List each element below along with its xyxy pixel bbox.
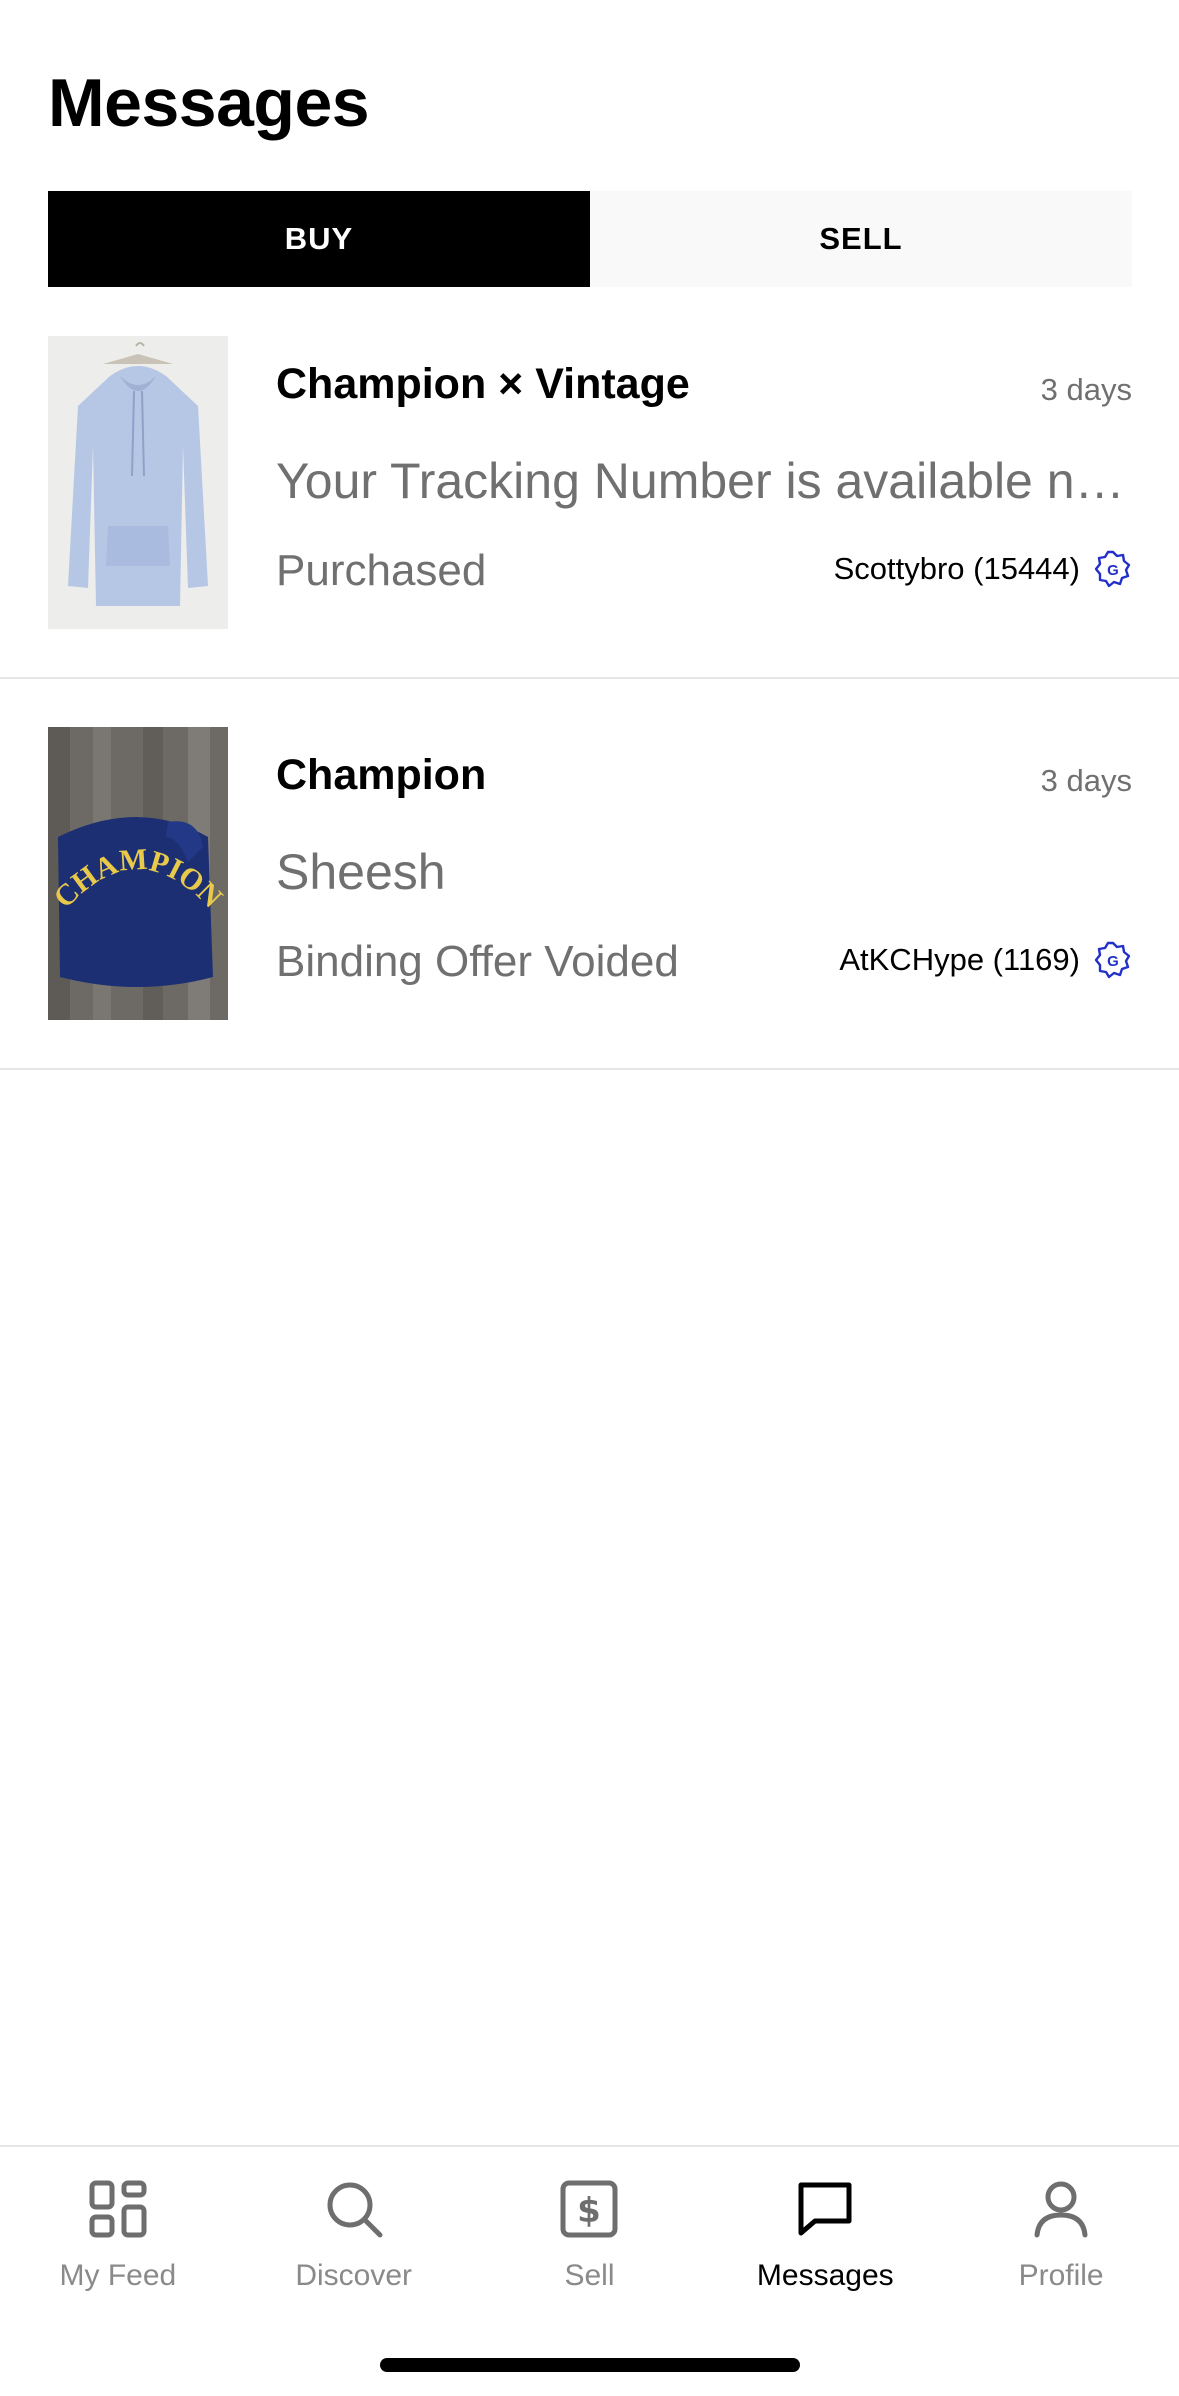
verified-seller-badge-icon: G [1094, 941, 1131, 979]
message-status: Purchased [276, 546, 487, 595]
svg-text:G: G [1107, 953, 1119, 970]
tab-label: Messages [756, 2259, 894, 2292]
listing-title: Champion × Vintage [276, 360, 690, 408]
listing-thumbnail [48, 336, 228, 629]
buy-tab[interactable]: BUY [48, 191, 590, 287]
svg-text:G: G [1107, 562, 1119, 579]
seller-info: AtKCHype (1169) G [839, 941, 1132, 979]
message-preview: Sheesh [276, 844, 446, 900]
sell-tab[interactable]: SELL [590, 191, 1132, 287]
tab-label: Sell [564, 2259, 615, 2292]
page-title: Messages [48, 65, 370, 141]
search-icon [327, 2182, 383, 2238]
grid-icon [89, 2180, 147, 2238]
tab-profile[interactable]: Profile [943, 2147, 1179, 2396]
message-row[interactable]: Champion × Vintage 3 days Your Tracking … [0, 288, 1179, 679]
message-preview: Your Tracking Number is available now [276, 453, 1132, 509]
verified-seller-badge-icon: G [1094, 550, 1131, 588]
svg-text:$: $ [578, 2191, 602, 2231]
tab-label: My Feed [59, 2259, 177, 2292]
chat-bubble-icon [798, 2182, 852, 2236]
listing-thumbnail: CHAMPION [48, 727, 228, 1020]
listing-title: Champion [276, 751, 487, 799]
message-status: Binding Offer Voided [276, 937, 679, 986]
message-row[interactable]: CHAMPION Champion 3 days Sheesh Binding … [0, 679, 1179, 1070]
tab-my-feed[interactable]: My Feed [0, 2147, 236, 2396]
tab-label: Profile [1018, 2259, 1104, 2292]
person-icon [1034, 2181, 1088, 2238]
messages-screen: Messages BUY SELL Champion × Vintage 3 d… [0, 0, 1179, 2396]
seller-name: AtKCHype (1169) [839, 942, 1080, 977]
message-time: 3 days [1040, 763, 1132, 798]
seller-name: Scottybro (15444) [833, 551, 1080, 586]
message-time: 3 days [1040, 372, 1132, 407]
buy-sell-segmented-control: BUY SELL [48, 191, 1132, 287]
home-indicator [380, 2358, 800, 2372]
tab-label: Discover [295, 2259, 413, 2292]
dollar-tag-icon: $ [560, 2180, 618, 2238]
light-blue-hoodie-image [48, 336, 228, 629]
message-list: Champion × Vintage 3 days Your Tracking … [0, 288, 1179, 1070]
seller-info: Scottybro (15444) G [834, 550, 1132, 588]
navy-champion-sweatshirt-image: CHAMPION [48, 727, 228, 1020]
